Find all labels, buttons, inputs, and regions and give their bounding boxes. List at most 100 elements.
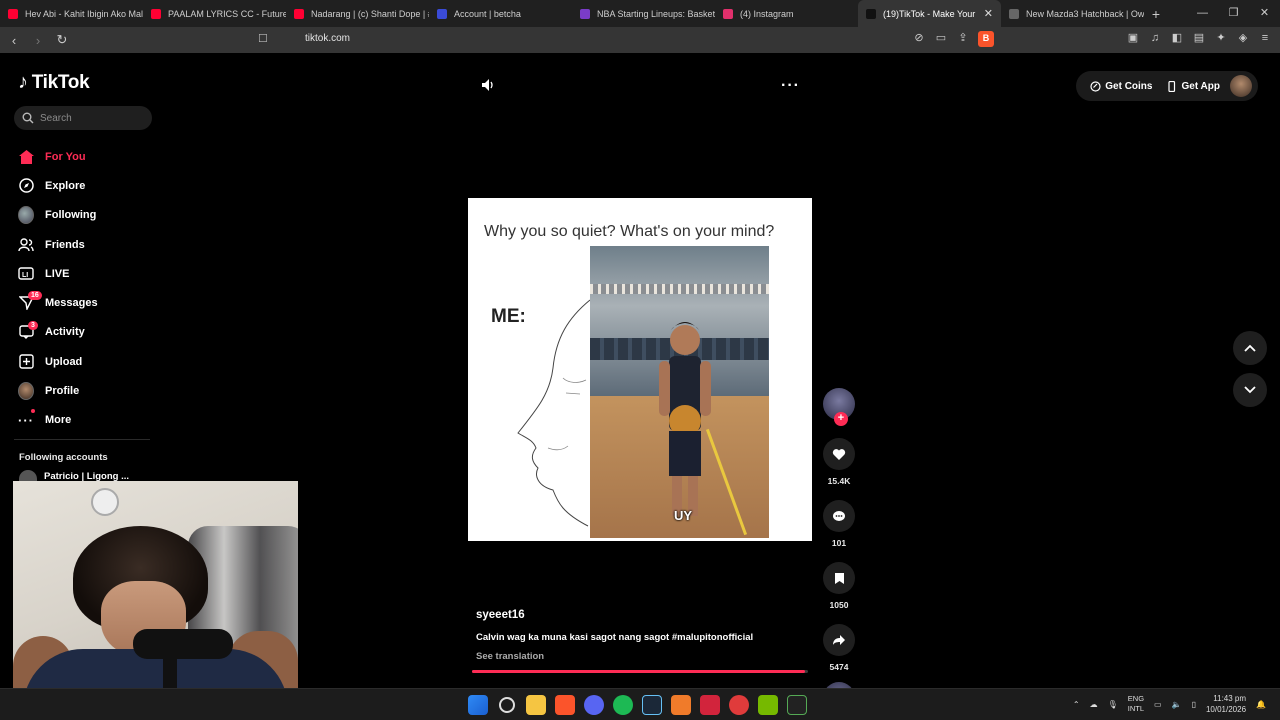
steam-icon[interactable]	[642, 695, 662, 715]
sidebar-item-live[interactable]: LI LIVE	[18, 259, 98, 288]
messages-badge: 16	[28, 291, 42, 301]
video-author[interactable]: syeeet16	[476, 609, 525, 621]
browser-tab[interactable]: PAALAM LYRICS CC - Future Th	[143, 0, 286, 27]
language-indicator[interactable]: ENG INTL	[1128, 694, 1144, 714]
like-button[interactable]	[823, 438, 855, 470]
browser-tab[interactable]: New Mazda3 Hatchback | Own	[1001, 0, 1144, 27]
comment-button[interactable]	[823, 500, 855, 532]
taskbar-clock[interactable]: 11:43 pm 10/01/2026	[1206, 693, 1246, 715]
taskbar-search-icon[interactable]	[499, 697, 515, 713]
volume-icon[interactable]	[481, 78, 495, 92]
following-avatar	[18, 206, 34, 225]
previous-video-button[interactable]	[1233, 331, 1267, 365]
get-coins-button[interactable]: Get Coins	[1086, 76, 1156, 96]
share-button[interactable]	[823, 624, 855, 656]
bookmark-icon[interactable]: ☐	[258, 32, 268, 45]
spotify-icon[interactable]	[613, 695, 633, 715]
profile-avatar	[18, 382, 34, 401]
battery-icon[interactable]: ▯	[1192, 700, 1196, 709]
brave-taskbar-icon[interactable]	[555, 695, 575, 715]
tab-favicon-icon	[723, 8, 733, 19]
activity-badge: 3	[28, 320, 38, 330]
sidebar-toggle-icon[interactable]: ▣	[1126, 31, 1140, 45]
speaker-icon[interactable]: 🔈	[1172, 700, 1182, 709]
close-window-icon[interactable]: ✕	[1249, 0, 1280, 27]
game-app-icon[interactable]	[729, 695, 749, 715]
vpn-icon[interactable]: ◈	[1236, 31, 1250, 45]
cast-icon[interactable]: ▭	[934, 31, 948, 45]
panel-icon[interactable]: ◧	[1170, 31, 1184, 45]
file-explorer-icon[interactable]	[526, 695, 546, 715]
like-count: 15.4K	[827, 476, 851, 486]
browser-tab[interactable]: (4) Instagram	[715, 0, 858, 27]
sidebar-item-following[interactable]: Following	[18, 201, 98, 230]
tracking-icon[interactable]: ⊘	[912, 31, 926, 45]
sidebar-item-friends[interactable]: Friends	[18, 230, 98, 259]
windows-start-icon[interactable]	[468, 695, 488, 715]
coin-icon	[1090, 80, 1101, 92]
chevron-up-icon	[1244, 344, 1256, 352]
video-player[interactable]: Why you so quiet? What's on your mind? M…	[468, 198, 812, 541]
follow-plus-icon[interactable]: +	[834, 412, 848, 426]
see-translation-link[interactable]: See translation	[476, 651, 544, 662]
get-app-button[interactable]: Get App	[1162, 76, 1224, 96]
tab-favicon-icon	[437, 8, 447, 19]
sidebar-item-explore[interactable]: Explore	[18, 171, 98, 200]
sidebar-item-more[interactable]: ··· More	[18, 406, 98, 435]
brave-shields-icon[interactable]: B	[978, 31, 994, 47]
tab-label: (19)TikTok - Make Your	[883, 8, 976, 19]
browser-tab[interactable]: (19)TikTok - Make Your ✕	[858, 0, 1001, 27]
back-icon[interactable]: ‹	[4, 33, 24, 48]
media-icon[interactable]: ♫	[1148, 31, 1162, 45]
video-progress-bar[interactable]	[472, 670, 808, 673]
address-bar: ‹ › ↻ ☐ tiktok.com ⊘ ▭ ⇪ B ▣ ♫ ◧ ▤ ✦ ◈ ≡	[0, 27, 1280, 53]
browser-tab[interactable]: Account | betcha	[429, 0, 572, 27]
share-count: 5474	[829, 662, 849, 672]
browser-tab[interactable]: Hev Abi - Kahit Ibigin Ako Mali	[0, 0, 143, 27]
save-button[interactable]	[823, 562, 855, 594]
tiktok-logo[interactable]: ♪ TikTok	[18, 71, 90, 94]
new-tab-icon[interactable]: +	[1144, 6, 1168, 22]
minimize-icon[interactable]: —	[1187, 0, 1218, 27]
nvidia-icon[interactable]	[758, 695, 778, 715]
menu-icon[interactable]: ≡	[1258, 31, 1272, 45]
search-input[interactable]: Search	[14, 106, 152, 130]
sidebar-item-for-you[interactable]: For You	[18, 142, 98, 171]
tab-favicon-icon	[294, 8, 304, 19]
tab-favicon-icon	[866, 8, 876, 19]
browser-tab[interactable]: Nadarang | (c) Shanti Dope | #	[286, 0, 429, 27]
creator-avatar[interactable]: +	[823, 388, 855, 426]
wallet-icon[interactable]: ▤	[1192, 31, 1206, 45]
sidebar-divider	[14, 439, 150, 440]
sidebar-item-messages[interactable]: 16 Messages	[18, 288, 98, 317]
discord-icon[interactable]	[584, 695, 604, 715]
orange-app-icon[interactable]	[671, 695, 691, 715]
tray-app-icon[interactable]: ☁	[1090, 700, 1098, 709]
user-avatar[interactable]	[1230, 75, 1252, 97]
sidebar-item-profile[interactable]: Profile	[18, 376, 98, 405]
reload-icon[interactable]: ↻	[52, 32, 72, 48]
video-meme-caption: Why you so quiet? What's on your mind?	[484, 223, 775, 240]
tab-favicon-icon	[1009, 8, 1019, 19]
browser-tab[interactable]: NBA Starting Lineups: Basketb	[572, 0, 715, 27]
action-rail: + 15.4K 101 1050 5474	[820, 388, 858, 714]
url-field[interactable]: tiktok.com	[285, 33, 350, 44]
sidebar-item-activity[interactable]: 3 Activity	[18, 318, 98, 347]
leo-icon[interactable]: ✦	[1214, 31, 1228, 45]
terminal-icon[interactable]	[787, 695, 807, 715]
tab-favicon-icon	[580, 8, 590, 19]
tab-label: NBA Starting Lineups: Basketb	[597, 8, 715, 19]
network-icon[interactable]: ▭	[1154, 700, 1162, 709]
tray-chevron-icon[interactable]: ⌃	[1073, 700, 1080, 709]
tab-label: Hev Abi - Kahit Ibigin Ako Mali	[25, 8, 143, 19]
video-more-icon[interactable]: ···	[781, 77, 800, 95]
next-video-button[interactable]	[1233, 373, 1267, 407]
share-icon[interactable]: ⇪	[956, 31, 970, 45]
mic-icon[interactable]: 🎙	[1108, 700, 1118, 709]
forward-icon[interactable]: ›	[28, 33, 48, 48]
notification-icon[interactable]: 🔔	[1256, 700, 1266, 709]
red-app-icon[interactable]	[700, 695, 720, 715]
restore-icon[interactable]: ❐	[1218, 0, 1249, 27]
tab-close-icon[interactable]: ✕	[984, 7, 993, 20]
sidebar-item-upload[interactable]: Upload	[18, 347, 98, 376]
